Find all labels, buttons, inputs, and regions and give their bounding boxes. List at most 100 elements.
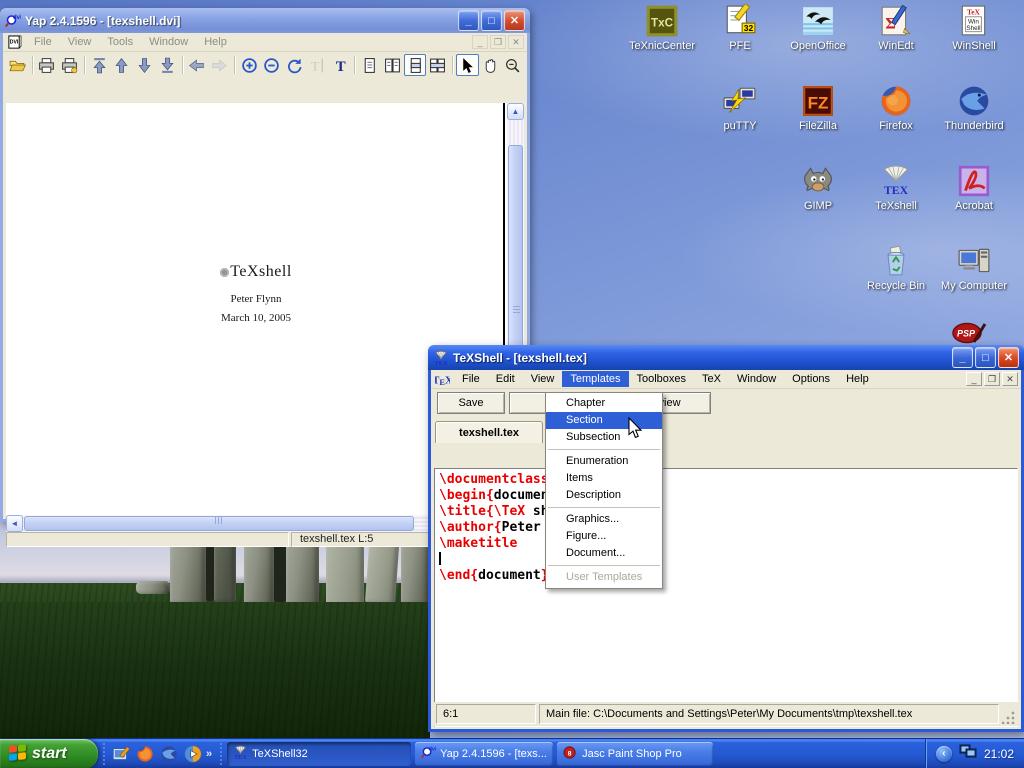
thunderbird-icon (957, 84, 991, 118)
desktop-icon-mycomputer[interactable]: My Computer (936, 244, 1012, 292)
horizontal-scroll-thumb[interactable] (24, 516, 414, 531)
page-single-icon[interactable] (358, 54, 381, 76)
open-icon[interactable] (6, 54, 29, 76)
desktop-icon-recyclebin[interactable]: Recycle Bin (858, 244, 934, 292)
text-tool-icon[interactable]: T (329, 54, 352, 76)
desktop-icon-gimp[interactable]: GIMP (780, 164, 856, 212)
save-button[interactable]: Save (437, 392, 505, 414)
yap-titlebar[interactable]: dvi Yap 2.4.1596 - [texshell.dvi] _ □ ✕ (0, 8, 530, 33)
close-button[interactable]: ✕ (504, 10, 525, 31)
mdi-close-button[interactable]: ✕ (508, 35, 524, 49)
dropdown-item-description[interactable]: Description (546, 487, 662, 504)
desktop-icon-thunderbird[interactable]: Thunderbird (936, 84, 1012, 132)
menu-separator (548, 565, 660, 566)
quick-launch-media-player-icon[interactable] (182, 743, 203, 764)
task-button-jasc-paint-shop-pro[interactable]: 8Jasc Paint Shop Pro (557, 742, 713, 766)
toolbar-separator (182, 56, 183, 74)
minimize-button[interactable]: _ (458, 10, 479, 31)
dropdown-item-figure[interactable]: Figure... (546, 528, 662, 545)
refresh-icon[interactable] (283, 54, 306, 76)
texshell-menu-view[interactable]: View (523, 371, 563, 387)
desktop-icon-pfe[interactable]: 32PFE (702, 4, 778, 52)
desktop-icon-filezilla[interactable]: FZFileZilla (780, 84, 856, 132)
hand-tool-icon[interactable] (479, 54, 502, 76)
last-page-icon[interactable] (156, 54, 179, 76)
scroll-left-button[interactable]: ◄ (6, 515, 23, 532)
maximize-button[interactable]: □ (481, 10, 502, 31)
dropdown-item-chapter[interactable]: Chapter (546, 395, 662, 412)
quick-launch-thunderbird-icon[interactable] (158, 743, 179, 764)
maximize-button[interactable]: □ (975, 347, 996, 368)
texshell-menu-templates[interactable]: Templates (562, 371, 628, 387)
desktop-icon-openoffice[interactable]: OpenOffice (780, 4, 856, 52)
texshell-menu-tex[interactable]: TeX (694, 371, 729, 387)
prev-page-icon[interactable] (111, 54, 134, 76)
minimize-button[interactable]: _ (952, 347, 973, 368)
winshell-icon: TeXWinShell (957, 4, 991, 38)
back-icon[interactable] (186, 54, 209, 76)
texshell-tabrow: texshell.tex (431, 417, 1021, 443)
texshell-menu-toolboxes[interactable]: Toolboxes (629, 371, 695, 387)
desktop-icon-winshell[interactable]: TeXWinShell WinShell (936, 4, 1012, 52)
texshell-titlebar[interactable]: TEX TeXShell - [texshell.tex] _ □ ✕ (428, 345, 1024, 370)
texshell-menu-window[interactable]: Window (729, 371, 784, 387)
quick-launch-show-desktop-icon[interactable] (110, 743, 131, 764)
task-button-texshell32[interactable]: TEXTeXShell32 (227, 742, 411, 766)
page-double-continuous-icon[interactable] (426, 54, 449, 76)
yap-menu-tools[interactable]: Tools (99, 34, 141, 50)
texshell-menu-help[interactable]: Help (838, 371, 877, 387)
svg-text:TeX: TeX (967, 8, 981, 17)
texshell-statusbar: 6:1 Main file: C:\Documents and Settings… (434, 702, 1018, 726)
start-button[interactable]: start (0, 739, 98, 768)
texshell-menu-edit[interactable]: Edit (488, 371, 523, 387)
svg-text:8: 8 (568, 750, 572, 757)
dropdown-item-enumeration[interactable]: Enumeration (546, 453, 662, 470)
desktop-icon-texshell[interactable]: TEXTeXshell (858, 164, 934, 212)
tex-source-editor[interactable]: \documentclass{\begin{document}\title{\T… (434, 468, 1018, 727)
yap-status-left (6, 532, 289, 547)
quick-launch-firefox-icon[interactable] (134, 743, 155, 764)
scroll-up-button[interactable]: ▲ (507, 103, 524, 120)
dropdown-item-items[interactable]: Items (546, 470, 662, 487)
dropdown-item-document[interactable]: Document... (546, 545, 662, 562)
mdi-close-button[interactable]: ✕ (1002, 372, 1018, 386)
print-icon[interactable] (36, 54, 59, 76)
desktop-icon-firefox[interactable]: Firefox (858, 84, 934, 132)
tray-collapse-chevron-icon[interactable]: ‹ (936, 746, 952, 762)
texshell-menu-options[interactable]: Options (784, 371, 838, 387)
dropdown-item-section[interactable]: Section (546, 412, 662, 429)
desktop-icon-label: WinShell (952, 40, 995, 52)
yap-menubar: DVI FileViewToolsWindowHelp _ ❐ ✕ (3, 33, 527, 52)
zoom-out-icon[interactable] (261, 54, 284, 76)
dropdown-item-subsection[interactable]: Subsection (546, 429, 662, 446)
texshell-menu-file[interactable]: File (454, 371, 488, 387)
magnifier-icon[interactable] (501, 54, 524, 76)
mdi-restore-button[interactable]: ❐ (984, 372, 1000, 386)
templates-dropdown-menu: ChapterSectionSubsection EnumerationItems… (545, 392, 663, 589)
yap-menu-help[interactable]: Help (196, 34, 235, 50)
next-page-icon[interactable] (133, 54, 156, 76)
desktop-icon-texniccenter[interactable]: TxCTeXnicCenter (624, 4, 700, 52)
page-continuous-icon[interactable] (404, 54, 427, 76)
desktop-icon-acrobat[interactable]: Acrobat (936, 164, 1012, 212)
desktop-icon-winedt[interactable]: ΣWinEdt (858, 4, 934, 52)
yap-menu-view[interactable]: View (60, 34, 100, 50)
desktop-icon-putty[interactable]: puTTY (702, 84, 778, 132)
resize-grip[interactable] (1002, 710, 1016, 724)
first-page-icon[interactable] (88, 54, 111, 76)
page-double-icon[interactable] (381, 54, 404, 76)
yap-menu-file[interactable]: File (26, 34, 60, 50)
quick-launch-overflow-chevron[interactable]: » (203, 748, 215, 760)
yap-menu-window[interactable]: Window (141, 34, 196, 50)
close-button[interactable]: ✕ (998, 347, 1019, 368)
dropdown-item-graphics[interactable]: Graphics... (546, 511, 662, 528)
mdi-minimize-button[interactable]: _ (966, 372, 982, 386)
mdi-restore-button[interactable]: ❐ (490, 35, 506, 49)
task-button-yap-2-4-1596-texs[interactable]: dviYap 2.4.1596 - [texs... (415, 742, 553, 766)
tab-texshell-tex[interactable]: texshell.tex (435, 421, 543, 443)
print-setup-icon[interactable] (58, 54, 81, 76)
select-arrow-icon[interactable] (456, 54, 479, 76)
network-monitors-icon[interactable] (959, 743, 977, 764)
mdi-minimize-button[interactable]: _ (472, 35, 488, 49)
zoom-in-icon[interactable] (238, 54, 261, 76)
